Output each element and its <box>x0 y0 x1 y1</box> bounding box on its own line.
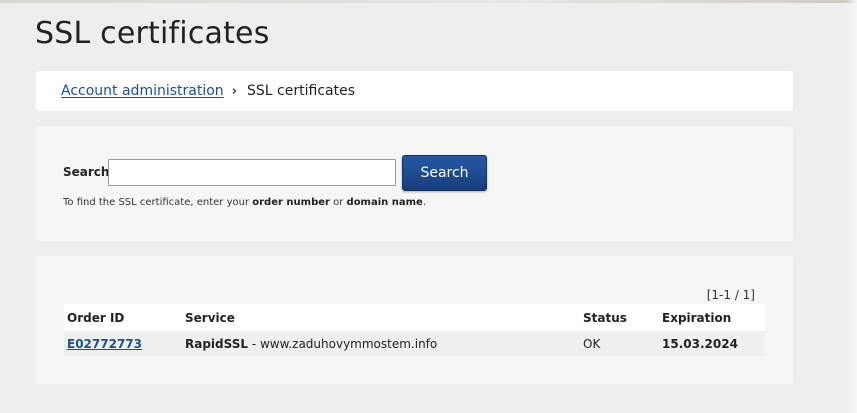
table-row: E02772773 RapidSSL - www.zaduhovymmostem… <box>64 331 765 356</box>
pager: [1-1 / 1] <box>706 288 755 302</box>
service-cell: RapidSSL - www.zaduhovymmostem.info <box>182 331 580 356</box>
search-hint-prefix: To find the SSL certificate, enter your <box>63 197 253 208</box>
search-button[interactable]: Search <box>402 155 487 191</box>
status-cell: OK <box>580 331 659 356</box>
column-header-order-id: Order ID <box>64 304 182 331</box>
expiration-cell: 15.03.2024 <box>659 331 765 356</box>
service-name: RapidSSL <box>185 336 249 351</box>
results-panel: [1-1 / 1] Order ID Service Status Expira… <box>36 256 793 384</box>
service-domain: - www.zaduhovymmostem.info <box>248 336 438 351</box>
results-table: Order ID Service Status Expiration E0277… <box>64 304 765 356</box>
search-hint: To find the SSL certificate, enter your … <box>63 197 426 208</box>
page-title: SSL certificates <box>35 16 270 51</box>
breadcrumb-current: SSL certificates <box>247 83 355 99</box>
top-strip <box>0 0 857 3</box>
order-id-cell: E02772773 <box>64 331 182 356</box>
search-hint-suffix: . <box>422 197 427 208</box>
table-header-row: Order ID Service Status Expiration <box>64 304 765 331</box>
column-header-service: Service <box>182 304 580 331</box>
column-header-status: Status <box>580 304 659 331</box>
order-id-link[interactable]: E02772773 <box>67 337 142 351</box>
column-header-expiration: Expiration <box>659 304 765 331</box>
breadcrumb-account-administration-link[interactable]: Account administration <box>61 83 224 99</box>
search-label: Search <box>63 165 110 179</box>
search-input[interactable] <box>108 159 396 186</box>
breadcrumb: Account administration › SSL certificate… <box>36 71 793 111</box>
search-hint-domain-name: domain name <box>346 197 423 208</box>
breadcrumb-separator-icon: › <box>231 83 238 99</box>
search-hint-order-number: order number <box>252 197 330 208</box>
right-edge <box>845 0 857 413</box>
search-hint-middle: or <box>329 197 347 208</box>
search-panel: Search Search To find the SSL certificat… <box>36 126 793 241</box>
